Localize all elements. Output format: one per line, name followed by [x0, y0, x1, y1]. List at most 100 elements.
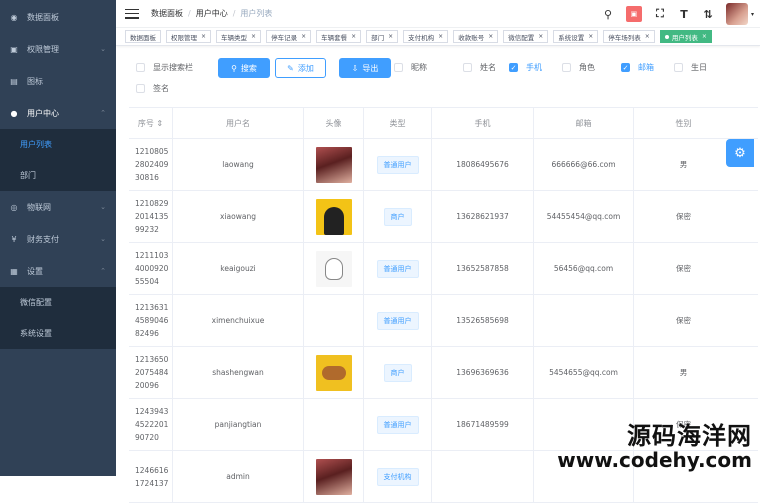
phone-cell: 18671489599	[432, 399, 534, 450]
phone-cell: 13628621937	[432, 191, 534, 242]
tag-item[interactable]: 收款账号×	[453, 30, 498, 43]
sidebar-subitem[interactable]: 系统设置	[0, 318, 116, 349]
column-checkbox[interactable]: 签名	[136, 83, 169, 94]
tag-item[interactable]: 微信配置×	[503, 30, 548, 43]
close-icon[interactable]: ×	[645, 33, 650, 40]
sidebar-item[interactable]: ▤图标	[0, 65, 116, 97]
id-cell: 1213650207548420096	[129, 347, 173, 398]
navbar: 数据面板 / 用户中心 / 用户列表 ⚲ ▣ ⛶ T ⇅ ▾	[116, 0, 760, 28]
fullscreen-icon[interactable]: ⛶	[653, 7, 667, 21]
id-cell: 1210805280240930816	[129, 139, 173, 190]
size-select-icon[interactable]: ⇅	[701, 7, 715, 21]
gender-cell: 保密	[634, 243, 733, 294]
sidebar: ◉数据面板▣权限管理⌄▤图标●用户中心⌃用户列表部门◎物联网⌄¥财务支付⌄▦设置…	[0, 0, 116, 476]
gender-cell: 保密	[634, 191, 733, 242]
table-row[interactable]: 1210829201413599232xiaowang商户13628621937…	[129, 191, 758, 243]
tag-item[interactable]: 数据面板	[125, 30, 161, 43]
lock-icon: ▣	[9, 44, 19, 54]
column-header: 邮箱	[534, 108, 634, 138]
type-cell: 商户	[364, 347, 432, 398]
close-icon[interactable]: ×	[251, 33, 256, 40]
chevron-icon: ⌄	[100, 235, 106, 243]
download-icon: ⇩	[352, 64, 359, 73]
close-icon[interactable]: ×	[588, 33, 593, 40]
sidebar-item[interactable]: ◎物联网⌄	[0, 191, 116, 223]
table-row[interactable]: 1213650207548420096shashengwan商户13696369…	[129, 347, 758, 399]
close-icon[interactable]: ×	[702, 33, 707, 40]
column-checkbox[interactable]: 姓名	[463, 62, 496, 73]
tag-item[interactable]: 车辆类型×	[216, 30, 261, 43]
chevron-icon: ⌄	[100, 203, 106, 211]
type-badge: 普通用户	[377, 416, 419, 434]
tag-item[interactable]: 停车记录×	[266, 30, 311, 43]
table-row[interactable]: 1213631458904682496ximenchuixue普通用户13526…	[129, 295, 758, 347]
close-icon[interactable]: ×	[388, 33, 393, 40]
sidebar-item[interactable]: ▦设置⌃	[0, 255, 116, 287]
breadcrumb-item[interactable]: 数据面板	[151, 8, 183, 19]
close-icon[interactable]: ×	[488, 33, 493, 40]
table-header: 序号 ⇕ 用户名 头像 类型 手机 邮箱 性别	[129, 108, 758, 139]
email-cell: 56456@qq.com	[534, 243, 634, 294]
avatar-cell	[304, 243, 364, 294]
sidebar-subitem[interactable]: 部门	[0, 160, 116, 191]
breadcrumb-item[interactable]: 用户中心	[196, 8, 228, 19]
dashboard-icon: ◉	[9, 12, 19, 22]
watermark: 源码海洋网 www.codehy.com	[557, 423, 752, 471]
settings-fab-icon[interactable]: ⚙	[726, 139, 754, 167]
close-icon[interactable]: ×	[538, 33, 543, 40]
sidebar-item[interactable]: ●用户中心⌃	[0, 97, 116, 129]
type-cell: 商户	[364, 191, 432, 242]
column-header[interactable]: 序号 ⇕	[129, 108, 173, 138]
tag-item[interactable]: 系统设置×	[553, 30, 598, 43]
phone-cell: 18086495676	[432, 139, 534, 190]
avatar-cell	[304, 295, 364, 346]
table-row[interactable]: 1211103400092055504keaigouzi普通用户13652587…	[129, 243, 758, 295]
id-cell: 1210829201413599232	[129, 191, 173, 242]
tag-item[interactable]: 部门×	[366, 30, 398, 43]
email-cell	[534, 295, 634, 346]
column-checkbox[interactable]: 昵称	[394, 62, 427, 73]
column-header: 手机	[432, 108, 534, 138]
username-cell: shashengwan	[173, 347, 304, 398]
column-checkbox[interactable]: ✓手机	[509, 62, 542, 73]
close-icon[interactable]: ×	[438, 33, 443, 40]
type-badge: 普通用户	[377, 312, 419, 330]
sidebar-item[interactable]: ▣权限管理⌄	[0, 33, 116, 65]
table-row[interactable]: 1210805280240930816laowang普通用户1808649567…	[129, 139, 758, 191]
search-icon[interactable]: ⚲	[601, 7, 615, 21]
gear-icon: ▦	[9, 266, 19, 276]
export-button[interactable]: ⇩导出	[339, 58, 391, 78]
user-avatar[interactable]	[726, 3, 748, 25]
hamburger-icon[interactable]	[125, 9, 139, 19]
close-icon[interactable]: ×	[301, 33, 306, 40]
gender-cell: 男	[634, 347, 733, 398]
column-checkbox[interactable]: ✓邮箱	[621, 62, 654, 73]
id-cell: 1211103400092055504	[129, 243, 173, 294]
close-icon[interactable]: ×	[201, 33, 206, 40]
column-checkbox[interactable]: 生日	[674, 62, 707, 73]
email-cell: 5454655@qq.com	[534, 347, 634, 398]
id-cell: 1213631458904682496	[129, 295, 173, 346]
tag-item[interactable]: 车辆套餐×	[316, 30, 361, 43]
add-button[interactable]: ✎添加	[275, 58, 326, 78]
sort-icon: ⇕	[156, 119, 163, 128]
message-badge-icon[interactable]: ▣	[626, 6, 642, 22]
sidebar-item[interactable]: ¥财务支付⌄	[0, 223, 116, 255]
tag-item[interactable]: 权限管理×	[166, 30, 211, 43]
sidebar-subitem[interactable]: 微信配置	[0, 287, 116, 318]
tag-item[interactable]: 支付机构×	[403, 30, 448, 43]
show-search-checkbox[interactable]: 显示搜索栏	[136, 62, 193, 73]
chevron-icon: ⌄	[100, 45, 106, 53]
column-checkbox[interactable]: 角色	[562, 62, 595, 73]
search-button[interactable]: ⚲搜索	[218, 58, 270, 78]
avatar-thumbnail	[316, 251, 352, 287]
close-icon[interactable]: ×	[351, 33, 356, 40]
column-header: 头像	[304, 108, 364, 138]
type-badge: 商户	[384, 208, 412, 226]
tag-item[interactable]: 停车场列表×	[603, 30, 655, 43]
caret-down-icon[interactable]: ▾	[751, 11, 754, 18]
font-size-icon[interactable]: T	[677, 7, 691, 21]
tag-item[interactable]: 用户列表×	[660, 30, 712, 43]
sidebar-item[interactable]: ◉数据面板	[0, 1, 116, 33]
sidebar-subitem[interactable]: 用户列表	[0, 129, 116, 160]
